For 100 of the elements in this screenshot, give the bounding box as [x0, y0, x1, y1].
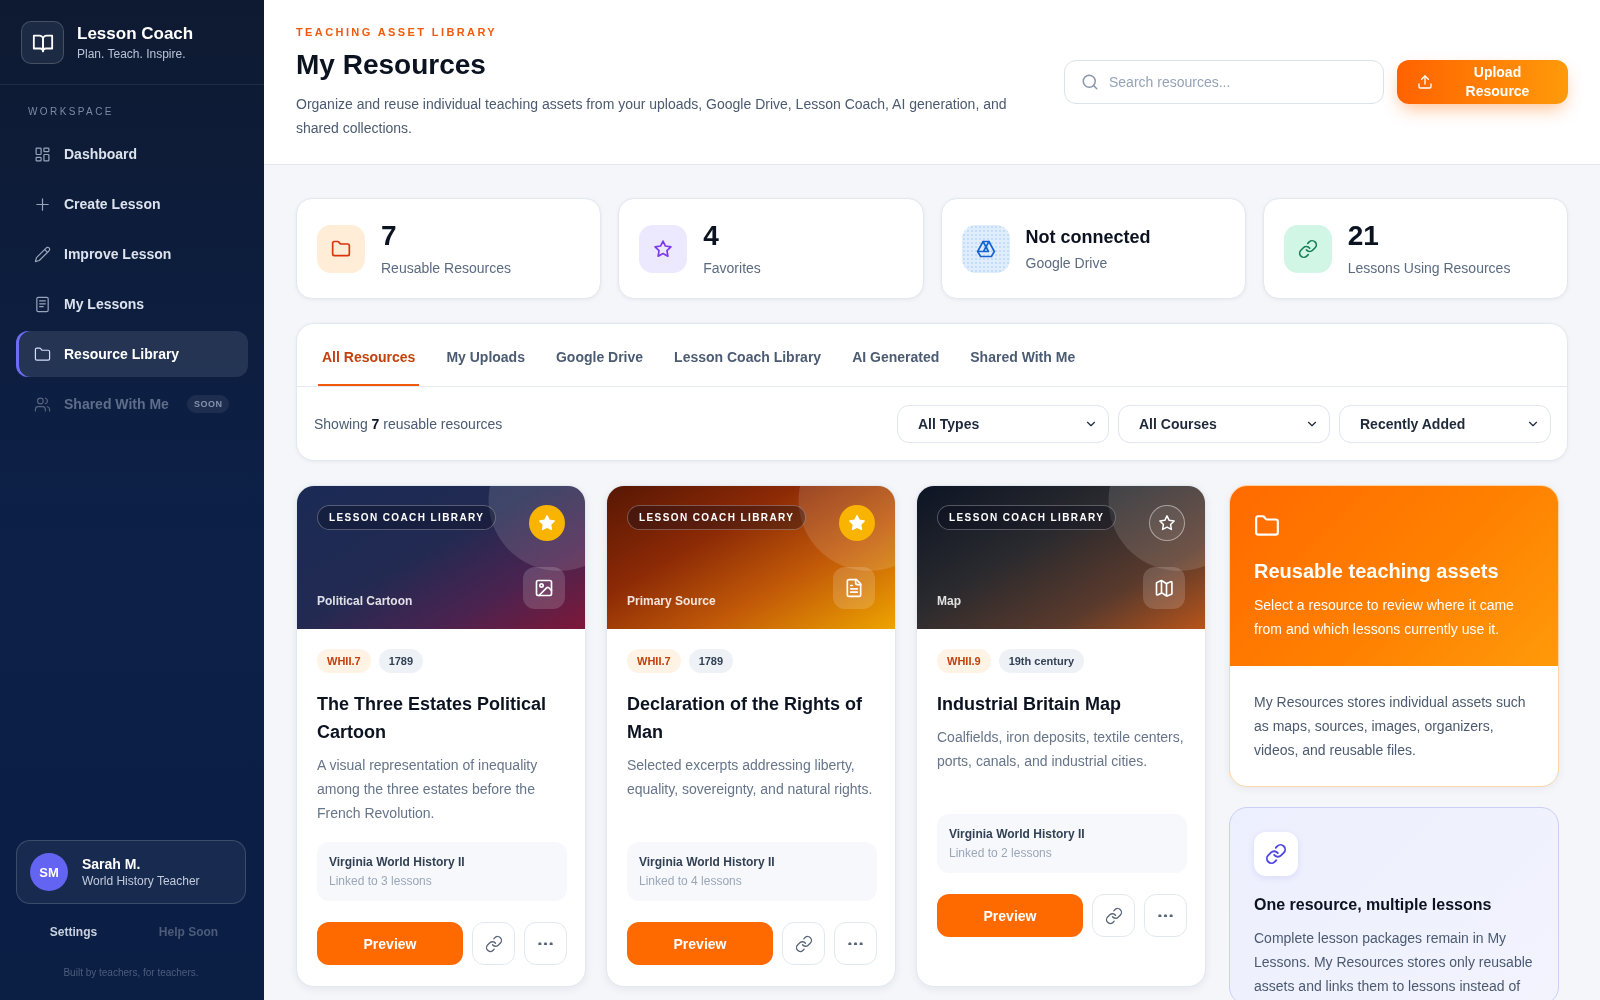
resource-description: A visual representation of inequality among the three estates before the French Revolution. [317, 756, 539, 823]
star-icon [538, 514, 556, 532]
resource-card[interactable] [296, 485, 586, 987]
favorite-button[interactable] [1149, 505, 1185, 541]
star-icon [1158, 514, 1176, 532]
link-icon [794, 934, 813, 953]
note-text: Complete lesson packages remain in My Lessons. My Resources stores only reusable assets and links them to lessons instead of [1254, 929, 1534, 996]
search-field[interactable]: Search resources... [1064, 60, 1384, 104]
result-summary: Showing 7 reusable resources [314, 415, 503, 432]
search-icon [1081, 73, 1099, 91]
link-icon [484, 934, 503, 953]
folder-icon [317, 224, 365, 273]
triangle-icon [961, 224, 1010, 273]
link-icon [1104, 906, 1123, 925]
resource-type-label: Primary Source [627, 593, 716, 609]
source-badge: LESSON COACH LIBRARY [317, 505, 497, 530]
user-card[interactable]: SM Sarah M. World History Teacher [16, 840, 246, 904]
resource-type-label: Map [937, 593, 961, 609]
period-tag: 19th century [998, 649, 1085, 673]
period-tag: 1789 [688, 649, 734, 673]
resource-description: Coalfields, iron deposits, textile centers, ports, canals, and industrial cities. [937, 728, 1185, 771]
user-avatar: SM [30, 853, 68, 891]
link-button[interactable] [782, 922, 825, 965]
tab[interactable]: AI Generated [848, 324, 944, 386]
plus-icon [34, 195, 51, 213]
resource-card[interactable] [916, 485, 1206, 987]
link-button[interactable] [1092, 894, 1135, 937]
tab[interactable]: Lesson Coach Library [670, 324, 826, 386]
standard-tag: WHII.7 [627, 649, 681, 673]
folder-icon [34, 345, 51, 363]
more-icon [848, 941, 863, 946]
soon-badge: SOON [186, 395, 230, 413]
resource-title: The Three Estates Political Cartoon [317, 693, 548, 744]
people-icon [34, 395, 51, 413]
map-icon [1143, 567, 1185, 609]
nav-item[interactable]: Dashboard [16, 131, 248, 177]
folder-icon [1254, 513, 1280, 539]
nav-item[interactable]: Resource Library [16, 331, 248, 377]
stat-label: Lessons Using Resources [1347, 258, 1511, 278]
resource-card[interactable] [606, 485, 896, 987]
info-title: Reusable teaching assets [1254, 559, 1499, 584]
link-icon [1254, 832, 1298, 876]
linked-lessons-count: Linked to 4 lessons [639, 873, 742, 890]
tab[interactable]: Google Drive [551, 324, 648, 386]
course-name: Virginia World History II [329, 854, 465, 871]
page-title: My Resources [296, 48, 486, 82]
stat-label: Google Drive [1025, 253, 1108, 273]
linked-lessons-count: Linked to 2 lessons [949, 845, 1052, 862]
image-icon [523, 567, 565, 609]
linked-lessons-count: Linked to 3 lessons [329, 873, 432, 890]
standard-tag: WHII.9 [937, 649, 991, 673]
upload-icon [1417, 74, 1433, 90]
notebook-icon [34, 295, 51, 313]
tab[interactable]: All Resources [318, 324, 420, 386]
document-icon [833, 567, 875, 609]
app-title: Lesson Coach [77, 23, 194, 45]
course-name: Virginia World History II [949, 826, 1085, 843]
page-description: Organize and reuse individual teaching assets from your uploads, Google Drive, Lesson Coach, AI generation, and shared collections. [296, 95, 1008, 138]
footer-link[interactable]: Settings [49, 923, 98, 941]
info-lead: Select a resource to review where it came from and which lessons currently use it. [1254, 596, 1515, 639]
note-title: One resource, multiple lessons [1254, 895, 1492, 915]
footer-note: Built by teachers, for teachers. [63, 966, 199, 980]
period-tag: 1789 [378, 649, 424, 673]
stat-value: Not connected [1025, 225, 1151, 249]
nav-item[interactable]: Create Lesson [16, 181, 248, 227]
filter-dropdown[interactable]: Recently Added [1339, 404, 1551, 443]
link-button[interactable] [472, 922, 515, 965]
resource-type-label: Political Cartoon [317, 593, 413, 609]
book-icon [21, 21, 64, 64]
link-icon [1283, 224, 1332, 273]
nav-item[interactable]: Improve Lesson [16, 231, 248, 277]
filter-dropdown[interactable]: All Types [897, 404, 1109, 443]
stat-value: 7 [381, 219, 397, 252]
info-text: My Resources stores individual assets such as maps, sources, images, organizers, videos, and reusable files. [1254, 693, 1527, 760]
resource-title: Declaration of the Rights of Man [627, 693, 863, 744]
stat-value: 21 [1347, 219, 1379, 252]
section-label: WORKSPACE [28, 105, 114, 119]
user-role: World History Teacher [82, 873, 200, 889]
star-icon [639, 224, 688, 273]
nav-item[interactable]: My Lessons [16, 281, 248, 327]
stat-value: 4 [703, 219, 719, 252]
tab[interactable]: My Uploads [442, 324, 529, 386]
resource-title: Industrial Britain Map [937, 693, 1123, 716]
pencil-icon [34, 245, 51, 263]
grid-icon [34, 145, 51, 163]
source-badge: LESSON COACH LIBRARY [937, 505, 1117, 530]
tab[interactable]: Shared With Me [966, 324, 1080, 386]
more-icon [538, 941, 553, 946]
standard-tag: WHII.7 [317, 649, 371, 673]
filter-dropdown[interactable]: All Courses [1118, 404, 1330, 443]
resource-description: Selected excerpts addressing liberty, equality, sovereignty, and natural rights. [627, 756, 874, 799]
course-name: Virginia World History II [639, 854, 775, 871]
favorite-button[interactable] [529, 505, 565, 541]
source-badge: LESSON COACH LIBRARY [627, 505, 807, 530]
star-icon [848, 514, 866, 532]
app-tagline: Plan. Teach. Inspire. [77, 46, 186, 62]
user-name: Sarah M. [82, 855, 141, 873]
more-icon [1158, 913, 1173, 918]
page-eyebrow: TEACHING ASSET LIBRARY [296, 25, 498, 40]
favorite-button[interactable] [839, 505, 875, 541]
